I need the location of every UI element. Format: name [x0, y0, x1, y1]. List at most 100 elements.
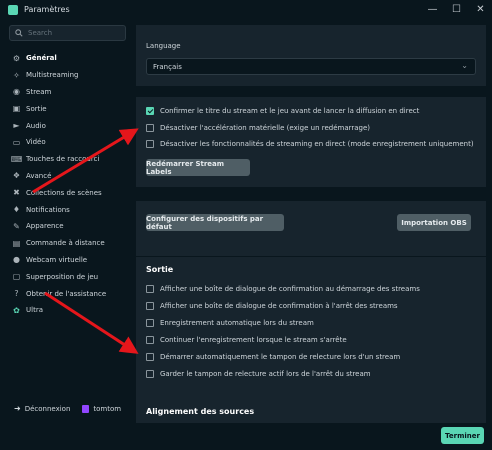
- configure-default-devices-button[interactable]: Configurer des dispositifs par défaut: [146, 214, 284, 231]
- app-logo-icon: [8, 4, 18, 15]
- sidebar-item-stream[interactable]: ◉ Stream: [0, 84, 134, 101]
- sidebar-item-label: Ultra: [26, 306, 43, 315]
- output-icon: ▣: [12, 104, 21, 114]
- checkbox[interactable]: [146, 353, 154, 361]
- search-icon: [15, 29, 23, 37]
- sidebar-item-get-support[interactable]: ? Obtenir de l'assistance: [0, 285, 134, 302]
- sidebar-item-virtual-webcam[interactable]: ● Webcam virtuelle: [0, 252, 134, 269]
- language-select[interactable]: Français ⌄: [146, 58, 476, 75]
- window-title: Paramètres: [24, 5, 70, 14]
- sidebar-item-multistreaming[interactable]: ✧ Multistreaming: [0, 67, 134, 84]
- checkbox-label: Afficher une boîte de dialogue de confir…: [160, 285, 420, 293]
- remote-icon: ▤: [12, 238, 21, 248]
- sidebar-item-advanced[interactable]: ❖ Avancé: [0, 168, 134, 185]
- checkbox-label: Démarrer automatiquement le tampon de re…: [160, 353, 401, 361]
- stream-options-panel: Confirmer le titre du stream et le jeu a…: [136, 97, 486, 187]
- title-bar: Paramètres — ☐ ✕: [0, 0, 492, 19]
- settings-footer: Terminer: [134, 423, 492, 450]
- advanced-icon: ❖: [12, 171, 21, 181]
- devices-panel: Configurer des dispositifs par défaut Im…: [136, 201, 486, 256]
- sidebar-item-ultra[interactable]: ✿ Ultra: [0, 302, 134, 319]
- sidebar-item-scene-collections[interactable]: ✖ Collections de scènes: [0, 184, 134, 201]
- checkbox-auto-replay-buffer[interactable]: Démarrer automatiquement le tampon de re…: [146, 353, 400, 361]
- display-icon: ▭: [12, 137, 21, 147]
- window-controls: — ☐ ✕: [427, 2, 486, 16]
- sidebar-item-label: Commande à distance: [26, 239, 105, 248]
- sidebar-item-audio[interactable]: ► Audio: [0, 117, 134, 134]
- checkbox[interactable]: [146, 124, 154, 132]
- checkbox[interactable]: [146, 370, 154, 378]
- collections-icon: ✖: [13, 188, 20, 198]
- checkbox-confirm-stream-title[interactable]: Confirmer le titre du stream et le jeu a…: [146, 107, 419, 115]
- checkbox-keep-recording[interactable]: Continuer l'enregistrement lorsque le st…: [146, 336, 347, 344]
- sidebar-item-label: Vidéo: [26, 138, 46, 147]
- checkbox-label: Désactiver les fonctionnalités de stream…: [160, 140, 474, 148]
- twitch-icon: [82, 404, 90, 413]
- sidebar-item-label: Apparence: [26, 222, 64, 231]
- checkbox-label: Continuer l'enregistrement lorsque le st…: [160, 336, 347, 344]
- logout-button[interactable]: Déconnexion: [25, 405, 71, 413]
- language-selected-value: Français: [153, 62, 182, 71]
- sidebar-item-output[interactable]: ▣ Sortie: [0, 100, 134, 117]
- ultra-icon: ✿: [13, 305, 20, 315]
- minimize-icon[interactable]: —: [427, 2, 438, 16]
- sidebar-item-remote-control[interactable]: ▤ Commande à distance: [0, 235, 134, 252]
- overlay-icon: ▢: [12, 272, 21, 282]
- sidebar-item-label: Avancé: [26, 171, 52, 180]
- checkbox[interactable]: [146, 285, 154, 293]
- done-button[interactable]: Terminer: [441, 427, 484, 444]
- webcam-icon: ●: [13, 255, 20, 265]
- account-username: tomtom: [93, 404, 122, 413]
- checkbox[interactable]: [146, 140, 154, 148]
- sidebar-item-label: Audio: [26, 121, 46, 130]
- output-panel: Sortie Afficher une boîte de dialogue de…: [136, 257, 486, 405]
- sidebar-item-label: Webcam virtuelle: [26, 255, 88, 264]
- checkbox[interactable]: [146, 336, 154, 344]
- logout-icon: ➜: [14, 404, 21, 413]
- sidebar-item-video[interactable]: ▭ Vidéo: [0, 134, 134, 151]
- maximize-icon[interactable]: ☐: [451, 2, 462, 16]
- checkbox-auto-record[interactable]: Enregistrement automatique lors du strea…: [146, 319, 314, 327]
- gear-icon: ⚙: [12, 53, 21, 63]
- sidebar-item-general[interactable]: ⚙ Général: [0, 50, 134, 67]
- sidebar-item-appearance[interactable]: ✎ Apparence: [0, 218, 134, 235]
- sidebar-item-notifications[interactable]: ♦ Notifications: [0, 201, 134, 218]
- restart-streamlabels-button[interactable]: Redémarrer Stream Labels: [146, 159, 250, 176]
- sidebar-item-game-overlay[interactable]: ▢ Superposition de jeu: [0, 268, 134, 285]
- settings-sidebar: Search ⚙ Général ✧ Multistreaming ◉ Stre…: [0, 19, 134, 404]
- output-section-title: Sortie: [146, 265, 174, 274]
- close-icon[interactable]: ✕: [475, 2, 486, 16]
- multistream-icon: ✧: [13, 70, 20, 80]
- speaker-icon: ►: [13, 121, 20, 131]
- checkbox-keep-replay-buffer[interactable]: Garder le tampon de relecture actif lors…: [146, 370, 371, 378]
- bell-icon: ♦: [12, 205, 21, 215]
- checkbox-confirm-start[interactable]: Afficher une boîte de dialogue de confir…: [146, 285, 420, 293]
- sidebar-nav: ⚙ Général ✧ Multistreaming ◉ Stream ▣ So…: [0, 50, 134, 319]
- checkbox-label: Garder le tampon de relecture actif lors…: [160, 370, 371, 378]
- checkbox[interactable]: [146, 302, 154, 310]
- search-input[interactable]: Search: [9, 25, 126, 41]
- checkbox[interactable]: [146, 319, 154, 327]
- sidebar-item-label: Superposition de jeu: [26, 272, 99, 281]
- sidebar-item-label: Touches de raccourci: [26, 155, 100, 164]
- help-icon: ?: [14, 289, 19, 299]
- checkbox-label: Désactiver l'accélération matérielle (ex…: [160, 124, 371, 132]
- sidebar-item-hotkeys[interactable]: ⌨ Touches de raccourci: [0, 151, 134, 168]
- checkbox-label: Confirmer le titre du stream et le jeu a…: [160, 107, 420, 115]
- account-bar: ➜ Déconnexion tomtom: [14, 404, 121, 413]
- checkbox-disable-hw-acceleration[interactable]: Désactiver l'accélération matérielle (ex…: [146, 124, 370, 132]
- paint-icon: ✎: [13, 221, 20, 231]
- alignment-section-title: Alignement des sources: [146, 407, 255, 416]
- sidebar-item-label: Stream: [26, 87, 52, 96]
- search-placeholder: Search: [28, 29, 53, 37]
- obs-import-button[interactable]: Importation OBS: [397, 214, 471, 231]
- checkbox-label: Enregistrement automatique lors du strea…: [160, 319, 314, 327]
- checkbox[interactable]: [146, 107, 154, 115]
- checkbox-confirm-stop[interactable]: Afficher une boîte de dialogue de confir…: [146, 302, 398, 310]
- sidebar-item-label: Sortie: [26, 104, 47, 113]
- globe-icon: ◉: [13, 87, 20, 97]
- settings-content[interactable]: Language Français ⌄ Confirmer le titre d…: [134, 19, 492, 423]
- checkbox-disable-live-streaming[interactable]: Désactiver les fonctionnalités de stream…: [146, 140, 474, 148]
- sidebar-item-label: Général: [26, 54, 57, 63]
- sidebar-item-label: Multistreaming: [26, 71, 79, 80]
